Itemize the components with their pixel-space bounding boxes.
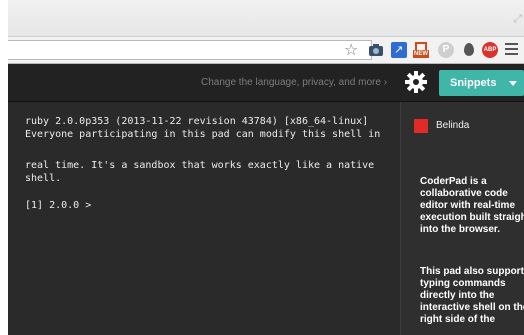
shell-line: Everyone participating in this pad can m… <box>25 129 381 140</box>
shell-prompt[interactable]: [1] 2.0.0 > <box>25 199 91 212</box>
shell-help-text: This pad also supports typing commands d… <box>420 266 524 325</box>
new-badge: NEW <box>413 50 429 58</box>
camera-icon[interactable] <box>368 42 384 58</box>
sidebar: Belinda CoderPad is a collaborative code… <box>400 102 524 335</box>
pinterest-icon[interactable]: P <box>438 42 454 58</box>
bookmark-star-icon[interactable]: ☆ <box>344 41 358 59</box>
user-color-swatch <box>414 119 428 133</box>
settings-link[interactable]: Change the language, privacy, and more › <box>201 76 387 90</box>
browser-menu-icon[interactable] <box>505 43 518 57</box>
interactive-shell[interactable]: ruby 2.0.0p353 (2013-11-22 revision 4378… <box>8 102 400 335</box>
browser-tab-strip: ⤢ <box>8 0 524 36</box>
adblock-icon[interactable]: ABP <box>482 42 498 58</box>
shell-line: shell. <box>25 173 62 184</box>
snippets-label: Snippets <box>450 77 497 89</box>
user-name: Belinda <box>436 120 470 131</box>
share-arrow-icon[interactable]: ↗ <box>391 42 407 58</box>
gear-icon[interactable] <box>404 70 428 94</box>
shell-line: ruby 2.0.0p353 (2013-11-22 revision 4378… <box>25 116 369 127</box>
shell-line: real time. It's a sandbox that works exa… <box>25 160 375 171</box>
drop-icon[interactable] <box>461 42 477 58</box>
address-bar[interactable] <box>8 40 372 60</box>
snippets-button[interactable]: Snippets <box>439 70 524 96</box>
intro-text: CoderPad is a collaborative code editor … <box>420 176 524 235</box>
new-screenshot-icon[interactable]: NEW <box>413 42 429 58</box>
resize-icon[interactable]: ⤢ <box>513 12 522 26</box>
browser-window: ⤢ ☆ ↗ NEW P ABP Change the language, pri… <box>8 0 524 335</box>
coderpad-header: Change the language, privacy, and more ›… <box>8 64 524 102</box>
browser-toolbar: ☆ ↗ NEW P ABP <box>8 36 524 64</box>
chevron-down-icon <box>509 81 517 86</box>
